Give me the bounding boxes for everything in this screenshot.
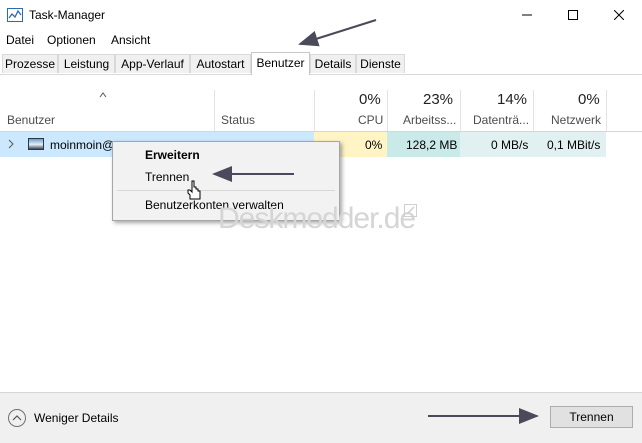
column-separator[interactable] <box>606 90 607 131</box>
header-network-percent: 0% <box>578 91 600 108</box>
cpu-value: 0% <box>365 138 383 152</box>
menu-datei[interactable]: Datei <box>6 33 34 47</box>
title-bar: Task-Manager <box>0 0 642 30</box>
header-cpu[interactable]: CPU <box>358 113 383 127</box>
disk-value: 0 MB/s <box>491 138 529 152</box>
minimize-icon <box>522 14 532 16</box>
header-cpu-percent: 0% <box>359 91 381 108</box>
header-benutzer[interactable]: Benutzer <box>7 113 55 127</box>
tab-strip: Prozesse Leistung App-Verlauf Autostart … <box>0 52 642 75</box>
user-name: moinmoin@ <box>50 138 115 152</box>
tab-dienste[interactable]: Dienste <box>356 54 405 73</box>
network-value: 0,1 MBit/s <box>547 138 601 152</box>
header-disk-percent: 14% <box>497 91 528 108</box>
task-manager-app-icon <box>7 8 23 22</box>
tab-autostart[interactable]: Autostart <box>190 54 251 73</box>
disconnect-button[interactable]: Trennen <box>550 406 633 428</box>
tab-app-verlauf[interactable]: App-Verlauf <box>115 54 190 73</box>
watermark: Deskmodder.de <box>218 202 416 235</box>
context-item-erweitern[interactable]: Erweitern <box>145 148 200 162</box>
less-details-label[interactable]: Weniger Details <box>34 411 118 425</box>
tab-details[interactable]: Details <box>310 54 356 73</box>
less-details-button[interactable] <box>8 409 26 427</box>
maximize-button[interactable] <box>550 0 596 30</box>
tab-leistung[interactable]: Leistung <box>58 54 115 73</box>
footer: Weniger Details Trennen <box>0 392 642 443</box>
chevron-up-icon <box>12 415 22 421</box>
menu-bar: Datei Optionen Ansicht <box>0 30 642 50</box>
tab-prozesse[interactable]: Prozesse <box>2 54 58 73</box>
context-item-trennen[interactable]: Trennen <box>145 170 189 184</box>
window-title: Task-Manager <box>29 8 106 22</box>
sort-up-icon <box>99 92 107 98</box>
column-separator[interactable] <box>387 90 388 131</box>
menu-optionen[interactable]: Optionen <box>47 33 96 47</box>
close-button[interactable] <box>596 0 642 30</box>
menu-ansicht[interactable]: Ansicht <box>111 33 150 47</box>
header-disk[interactable]: Datenträ... <box>473 113 529 127</box>
column-separator[interactable] <box>533 90 534 131</box>
header-memory-percent: 23% <box>423 91 454 108</box>
user-avatar-icon <box>28 138 44 150</box>
context-separator <box>117 190 335 191</box>
header-memory[interactable]: Arbeitss... <box>403 113 456 127</box>
minimize-button[interactable] <box>504 0 550 30</box>
column-header: Benutzer Status 0% CPU 23% Arbeitss... 1… <box>0 90 642 132</box>
chevron-right-icon[interactable] <box>8 139 14 149</box>
column-separator[interactable] <box>314 90 315 131</box>
column-separator[interactable] <box>214 90 215 131</box>
close-icon <box>614 10 624 20</box>
tab-benutzer[interactable]: Benutzer <box>251 52 310 75</box>
memory-value: 128,2 MB <box>406 138 458 152</box>
header-status[interactable]: Status <box>221 113 255 127</box>
column-separator[interactable] <box>460 90 461 131</box>
maximize-icon <box>568 10 578 20</box>
header-network[interactable]: Netzwerk <box>551 113 601 127</box>
